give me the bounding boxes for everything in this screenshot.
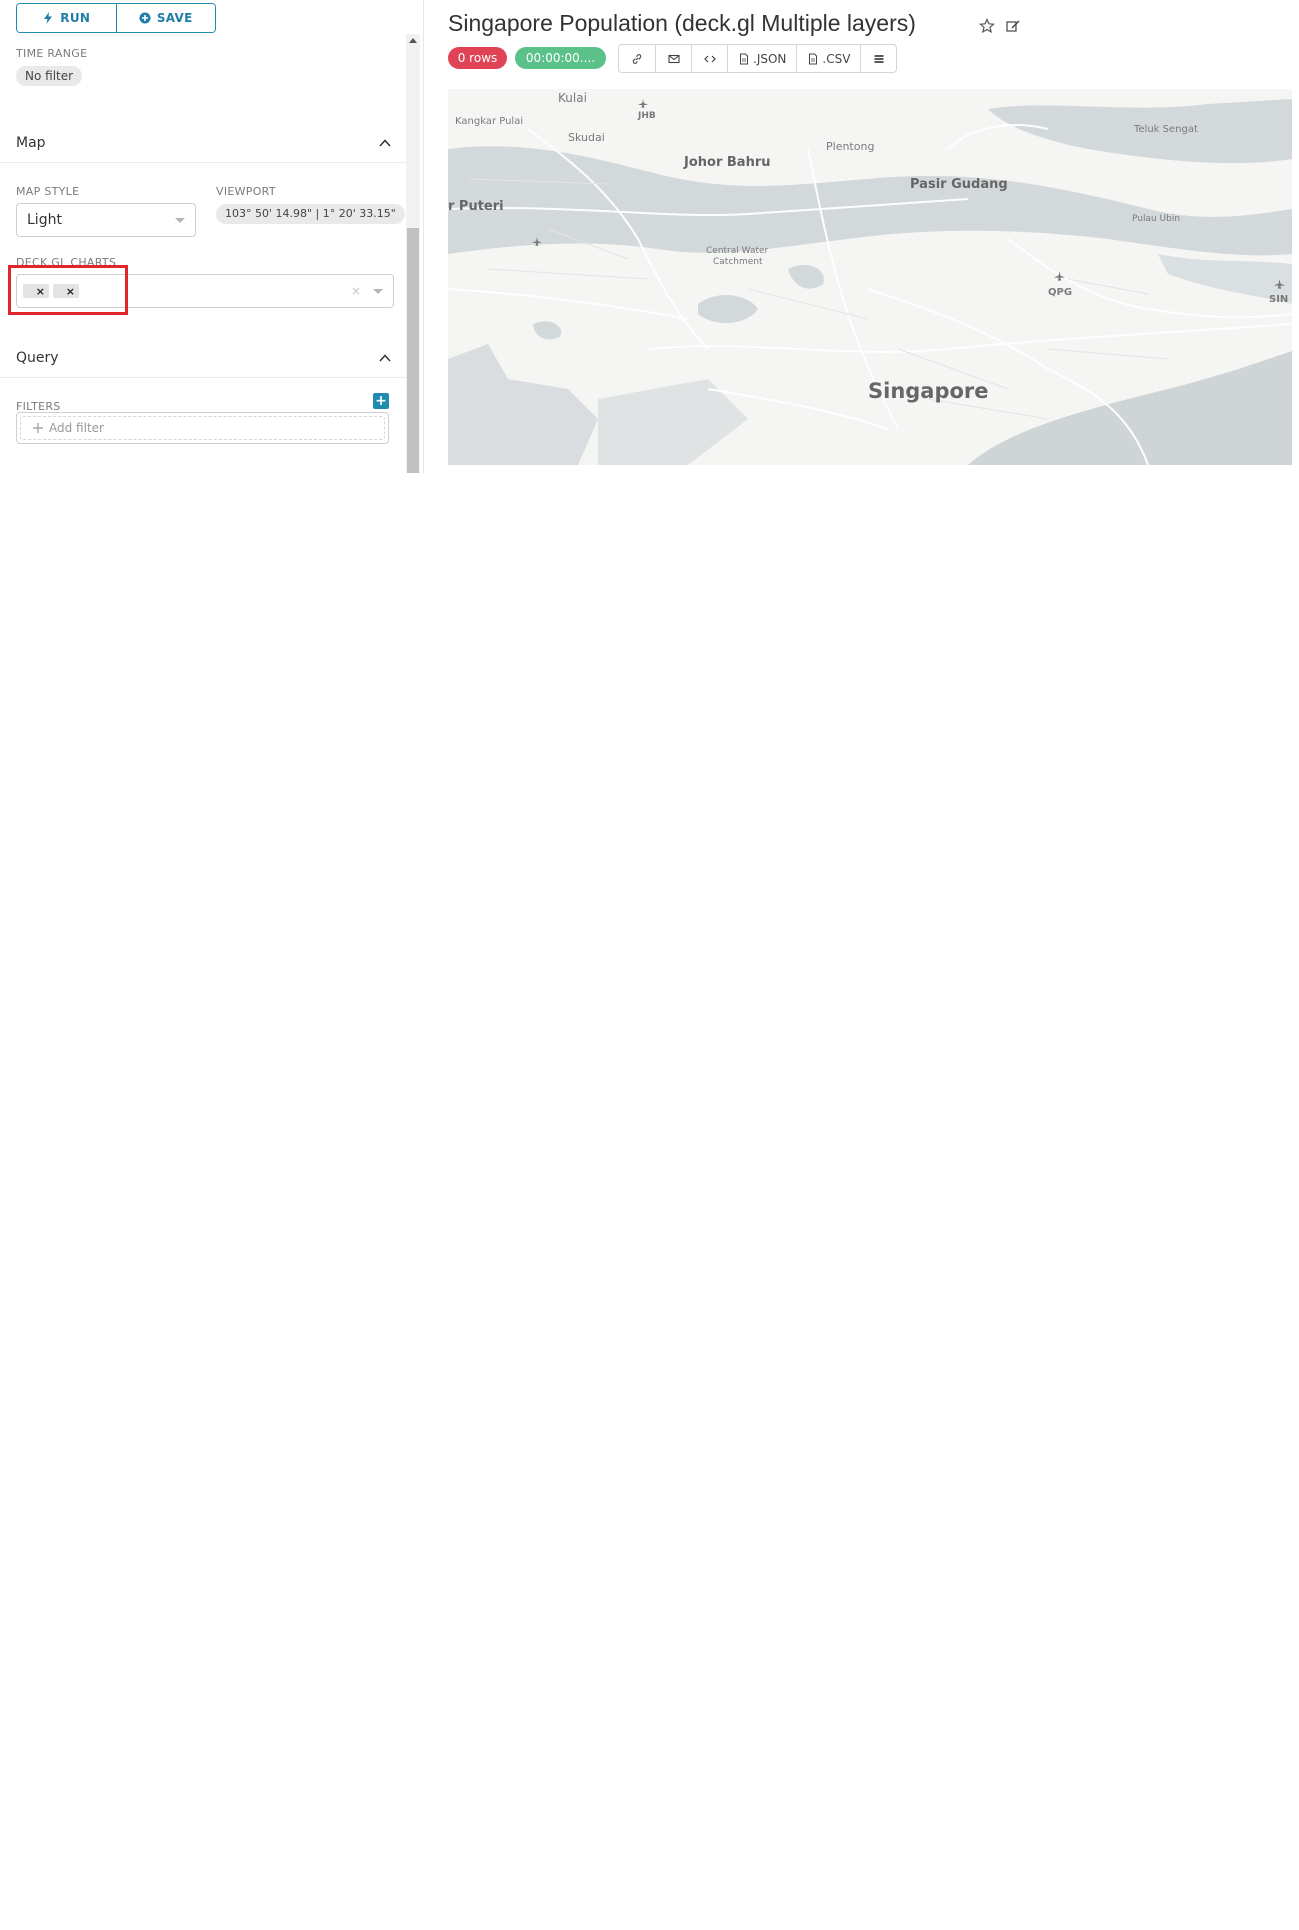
deck-charts-multiselect[interactable]: × × × <box>16 274 394 308</box>
query-section-header[interactable]: Query <box>0 338 408 378</box>
plus-circle-icon <box>139 12 151 24</box>
export-csv-label: .CSV <box>822 51 851 66</box>
add-filter-box[interactable]: Add filter <box>16 412 389 444</box>
clear-icon[interactable]: × <box>351 284 361 298</box>
add-filter-label: Add filter <box>49 421 104 435</box>
chevron-down-icon[interactable] <box>373 289 383 294</box>
code-icon <box>703 55 716 62</box>
save-button[interactable]: SAVE <box>115 4 215 32</box>
add-filter-plus-button[interactable]: + <box>373 393 389 409</box>
share-link-button[interactable] <box>619 45 655 72</box>
export-json-label: .JSON <box>753 51 787 66</box>
star-icon[interactable] <box>979 18 995 34</box>
map-section-header[interactable]: Map <box>0 123 408 163</box>
chart-tag-remove[interactable]: × <box>23 284 49 298</box>
run-button[interactable]: RUN <box>17 4 116 32</box>
map-style-select[interactable]: Light <box>16 203 196 237</box>
hamburger-icon <box>874 54 884 63</box>
export-csv-button[interactable]: .CSV <box>796 45 860 72</box>
scrollbar[interactable] <box>406 34 420 473</box>
map-label-catchment: Catchment <box>713 257 763 267</box>
map-label-qpg: QPG <box>1048 287 1073 298</box>
deck-charts-label: DECK.GL CHARTS <box>16 256 117 269</box>
time-range-pill[interactable]: No filter <box>16 66 83 86</box>
map-label-skudai: Skudai <box>568 131 605 144</box>
query-time-badge: 00:00:00.... <box>515 47 606 69</box>
rows-badge: 0 rows <box>448 47 507 69</box>
embed-code-button[interactable] <box>691 45 727 72</box>
plus-icon <box>33 423 43 433</box>
map-style-label: MAP STYLE <box>16 185 80 198</box>
chart-tag-remove[interactable]: × <box>53 284 79 298</box>
more-menu-button[interactable] <box>860 45 896 72</box>
map-label-singapore: Singapore <box>868 379 989 403</box>
scroll-up-arrow-icon[interactable] <box>409 38 417 43</box>
edit-icon[interactable] <box>1005 18 1021 34</box>
map-label-sin: SIN <box>1269 294 1289 305</box>
chevron-up-icon[interactable] <box>378 136 392 150</box>
map-label-jhb: JHB <box>638 111 656 121</box>
envelope-icon <box>667 54 680 63</box>
map-view[interactable]: Kulai JHB Kangkar Pulai Skudai Plentong … <box>448 89 1292 465</box>
map-section-title: Map <box>16 134 46 151</box>
map-label-puteri: r Puteri <box>448 199 504 214</box>
run-save-group: RUN SAVE <box>16 3 216 33</box>
file-icon <box>740 53 748 64</box>
map-label-central-water: Central Water <box>706 246 769 256</box>
airport-icon <box>638 99 648 108</box>
viewport-pill[interactable]: 103° 50' 14.98" | 1° 20' 33.15" <box>216 204 405 224</box>
map-label-kangkar-pulai: Kangkar Pulai <box>455 116 524 127</box>
scrollbar-thumb[interactable] <box>407 228 419 473</box>
viewport-label: VIEWPORT <box>216 185 276 198</box>
chevron-up-icon[interactable] <box>378 351 392 365</box>
airport-icon <box>532 237 542 246</box>
export-json-button[interactable]: .JSON <box>727 45 796 72</box>
chart-title: Singapore Population (deck.gl Multiple l… <box>448 10 916 36</box>
map-label-kulai: Kulai <box>558 91 587 105</box>
save-button-label: SAVE <box>156 11 193 25</box>
map-label-pasir-gudang: Pasir Gudang <box>910 177 1008 192</box>
link-icon <box>632 53 642 64</box>
map-style-value: Light <box>27 212 62 228</box>
control-panel: RUN SAVE TIME RANGE No filter Map MAP ST… <box>0 0 424 473</box>
map-label-teluk-sengat: Teluk Sengat <box>1134 124 1198 135</box>
query-section-title: Query <box>16 349 59 366</box>
chart-actions-toolbar: .JSON .CSV <box>618 44 898 73</box>
time-range-label: TIME RANGE <box>16 47 88 60</box>
file-icon <box>809 53 818 64</box>
map-label-plentong: Plentong <box>826 140 875 153</box>
run-button-label: RUN <box>60 11 91 25</box>
airport-icon <box>1054 271 1065 281</box>
email-button[interactable] <box>655 45 691 72</box>
airport-icon <box>1274 279 1285 289</box>
chevron-down-icon <box>175 218 185 223</box>
add-filter-dropzone[interactable]: Add filter <box>20 416 385 440</box>
map-label-pulau-ubin: Pulau Ubin <box>1132 214 1181 224</box>
bolt-icon <box>44 12 53 24</box>
map-label-johor-bahru: Johor Bahru <box>684 155 771 170</box>
